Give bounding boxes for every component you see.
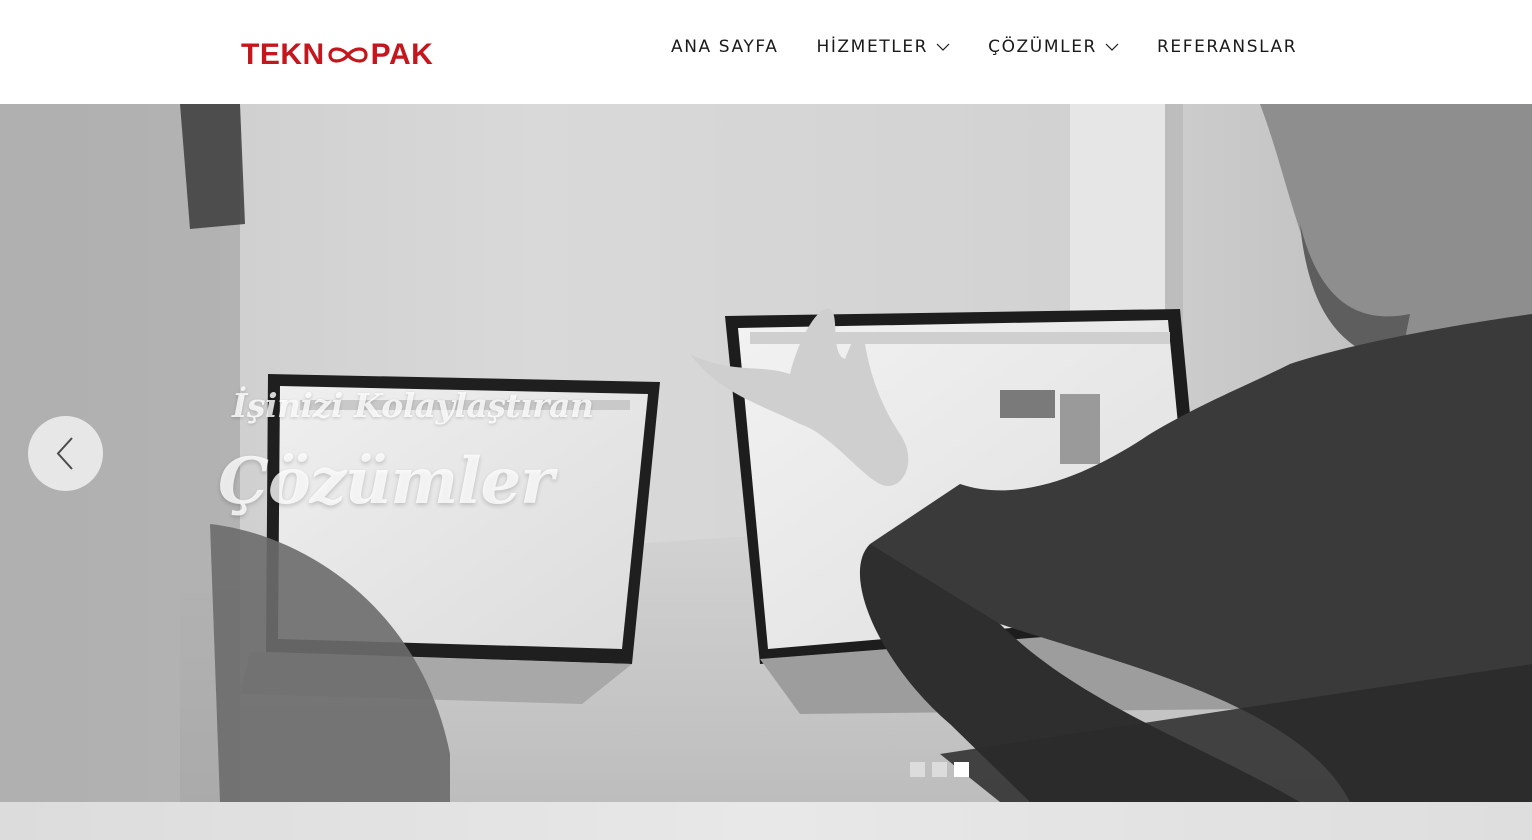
hero-kicker: İşinizi Kolaylaştıran — [232, 386, 594, 425]
nav-item-label: ÇÖZÜMLER — [988, 37, 1097, 57]
section-strip — [0, 802, 1532, 840]
hero-slider: İşinizi Kolaylaştıran Çözümler — [0, 104, 1532, 802]
nav-item-ana-sayfa[interactable]: ANA SAYFA — [671, 32, 778, 62]
main-nav: ANA SAYFA HİZMETLER ÇÖZÜMLER REFERANSLAR — [671, 32, 1297, 62]
nav-item-label: ANA SAYFA — [671, 37, 779, 57]
nav-item-referanslar[interactable]: REFERANSLAR — [1157, 32, 1297, 62]
nav-item-label: HİZMETLER — [816, 37, 929, 57]
logo-text-left: TEKN — [241, 38, 325, 71]
nav-item-hizmetler[interactable]: HİZMETLER — [816, 32, 950, 62]
slider-dot-3[interactable] — [954, 762, 969, 777]
brand-logo[interactable]: TEKN PAK — [241, 40, 433, 70]
slider-dot-2[interactable] — [932, 762, 947, 777]
chevron-down-icon — [1105, 43, 1119, 51]
logo-text-right: PAK — [370, 38, 434, 71]
infinity-logo-icon — [328, 47, 368, 63]
site-header: TEKN PAK ANA SAYFA HİZMETLER ÇÖZÜMLER RE… — [0, 0, 1532, 104]
slider-prev-button[interactable] — [28, 416, 103, 491]
chevron-down-icon — [936, 43, 950, 51]
slider-pagination — [910, 762, 969, 777]
nav-item-cozumler[interactable]: ÇÖZÜMLER — [988, 32, 1119, 62]
hero-title: Çözümler — [218, 444, 554, 519]
slider-dot-1[interactable] — [910, 762, 925, 777]
nav-item-label: REFERANSLAR — [1156, 37, 1298, 57]
chevron-left-icon — [56, 437, 73, 470]
